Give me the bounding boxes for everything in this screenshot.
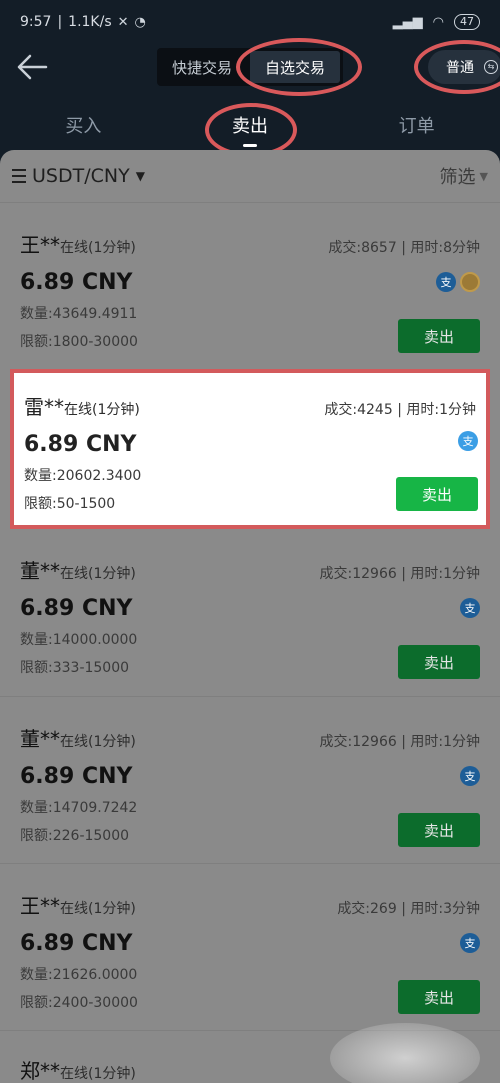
tab-orders[interactable]: 订单 <box>333 100 500 150</box>
merchant-stats: 成交:8657 | 用时:8分钟 <box>328 240 480 256</box>
merchant-stats: 成交:269 | 用时:3分钟 <box>337 901 480 917</box>
online-status: 在线(1分钟) <box>60 734 136 750</box>
trade-tabs: 买入 卖出 订单 <box>0 100 500 150</box>
alipay-icon: 支 <box>436 272 456 292</box>
merchant-name: 董** <box>20 727 60 751</box>
merchant-name: 雷** <box>24 395 64 419</box>
listing-card: 王** 在线(1分钟) 成交:269 | 用时:3分钟 6.89 CNY 数量:… <box>0 863 500 1030</box>
merchant-name: 王** <box>20 894 60 918</box>
trade-mode-segment: 快捷交易 自选交易 <box>157 48 343 86</box>
sell-button[interactable]: 卖出 <box>396 477 478 511</box>
status-time: 9:57 <box>20 14 52 30</box>
listing-price: 6.89 CNY <box>20 270 133 295</box>
listing-price: 6.89 CNY <box>20 764 133 789</box>
back-arrow-icon[interactable] <box>16 52 48 82</box>
merchant-name: 郑** <box>20 1059 60 1083</box>
caret-down-icon: ▼ <box>135 169 145 183</box>
mute-icon: ✕ <box>117 14 129 30</box>
mode-toggle-button[interactable]: 普通 ⇆ <box>428 50 500 84</box>
alipay-icon: 支 <box>458 431 478 451</box>
pair-label: USDT/CNY <box>32 165 130 187</box>
segment-quick-trade[interactable]: 快捷交易 <box>157 48 247 86</box>
online-status: 在线(1分钟) <box>60 240 136 256</box>
tab-orders-label: 订单 <box>398 116 435 137</box>
pair-selector[interactable]: USDT/CNY ▼ <box>12 165 145 187</box>
listings-panel: USDT/CNY ▼ 筛选 ▼ 王** 在线(1分钟) 成交:8657 | 用时… <box>0 150 500 1083</box>
tab-buy[interactable]: 买入 <box>0 100 167 150</box>
filter-button[interactable]: 筛选 ▼ <box>440 163 488 189</box>
coin-icon <box>460 272 480 292</box>
listing-price: 6.89 CNY <box>24 432 137 457</box>
sell-button[interactable]: 卖出 <box>398 980 480 1014</box>
listing-price: 6.89 CNY <box>20 596 133 621</box>
payment-methods: 支 <box>460 933 480 953</box>
clock-icon: ◔ <box>134 14 146 30</box>
alipay-icon: 支 <box>460 933 480 953</box>
panel-header: USDT/CNY ▼ 筛选 ▼ <box>0 150 500 202</box>
payment-methods: 支 <box>458 431 478 451</box>
merchant-name: 董** <box>20 559 60 583</box>
merchant-stats: 成交:4245 | 用时:1分钟 <box>324 402 476 418</box>
merchant-name: 王** <box>20 233 60 257</box>
signal-icon: ▂▄▆ <box>392 14 423 30</box>
sell-button[interactable]: 卖出 <box>398 813 480 847</box>
online-status: 在线(1分钟) <box>60 901 136 917</box>
mode-label: 普通 <box>446 60 474 76</box>
status-net-speed: 1.1K/s <box>68 14 112 30</box>
segment-custom-trade[interactable]: 自选交易 <box>250 51 340 83</box>
battery-icon: 47 <box>454 14 480 30</box>
payment-methods: 支 <box>460 766 480 786</box>
alipay-icon: 支 <box>460 766 480 786</box>
tab-buy-label: 买入 <box>65 116 102 137</box>
tab-sell-label: 卖出 <box>232 116 268 137</box>
status-divider: | <box>57 14 63 30</box>
sell-button[interactable]: 卖出 <box>398 319 480 353</box>
listing-card: 王** 在线(1分钟) 成交:8657 | 用时:8分钟 6.89 CNY 数量… <box>0 202 500 369</box>
sell-button[interactable]: 卖出 <box>398 645 480 679</box>
status-bar: 9:57 | 1.1K/s ✕ ◔ ▂▄▆ ◠ 47 <box>0 0 500 44</box>
listing-price: 6.89 CNY <box>20 931 133 956</box>
caret-down-icon: ▼ <box>479 169 488 183</box>
payment-methods: 支 <box>436 272 480 292</box>
listing-card: 董** 在线(1分钟) 成交:12966 | 用时:1分钟 6.89 CNY 数… <box>0 529 500 696</box>
online-status: 在线(1分钟) <box>60 566 136 582</box>
tab-sell[interactable]: 卖出 <box>167 100 334 150</box>
listing-card: 董** 在线(1分钟) 成交:12966 | 用时:1分钟 6.89 CNY 数… <box>0 696 500 863</box>
merchant-stats: 成交:12966 | 用时:1分钟 <box>319 734 481 750</box>
payment-methods: 支 <box>460 598 480 618</box>
active-tab-indicator <box>243 144 257 147</box>
alipay-icon: 支 <box>460 598 480 618</box>
filter-label: 筛选 <box>439 167 476 188</box>
wifi-icon: ◠ <box>432 14 444 30</box>
listing-card-highlighted: 雷** 在线(1分钟) 成交:4245 | 用时:1分钟 6.89 CNY 数量… <box>10 369 490 529</box>
switch-icon: ⇆ <box>484 60 498 74</box>
menu-lines-icon <box>12 169 26 183</box>
top-bar: 快捷交易 自选交易 普通 ⇆ <box>0 38 500 96</box>
online-status: 在线(1分钟) <box>64 402 140 418</box>
online-status: 在线(1分钟) <box>60 1066 136 1082</box>
merchant-stats: 成交:12966 | 用时:1分钟 <box>319 566 481 582</box>
